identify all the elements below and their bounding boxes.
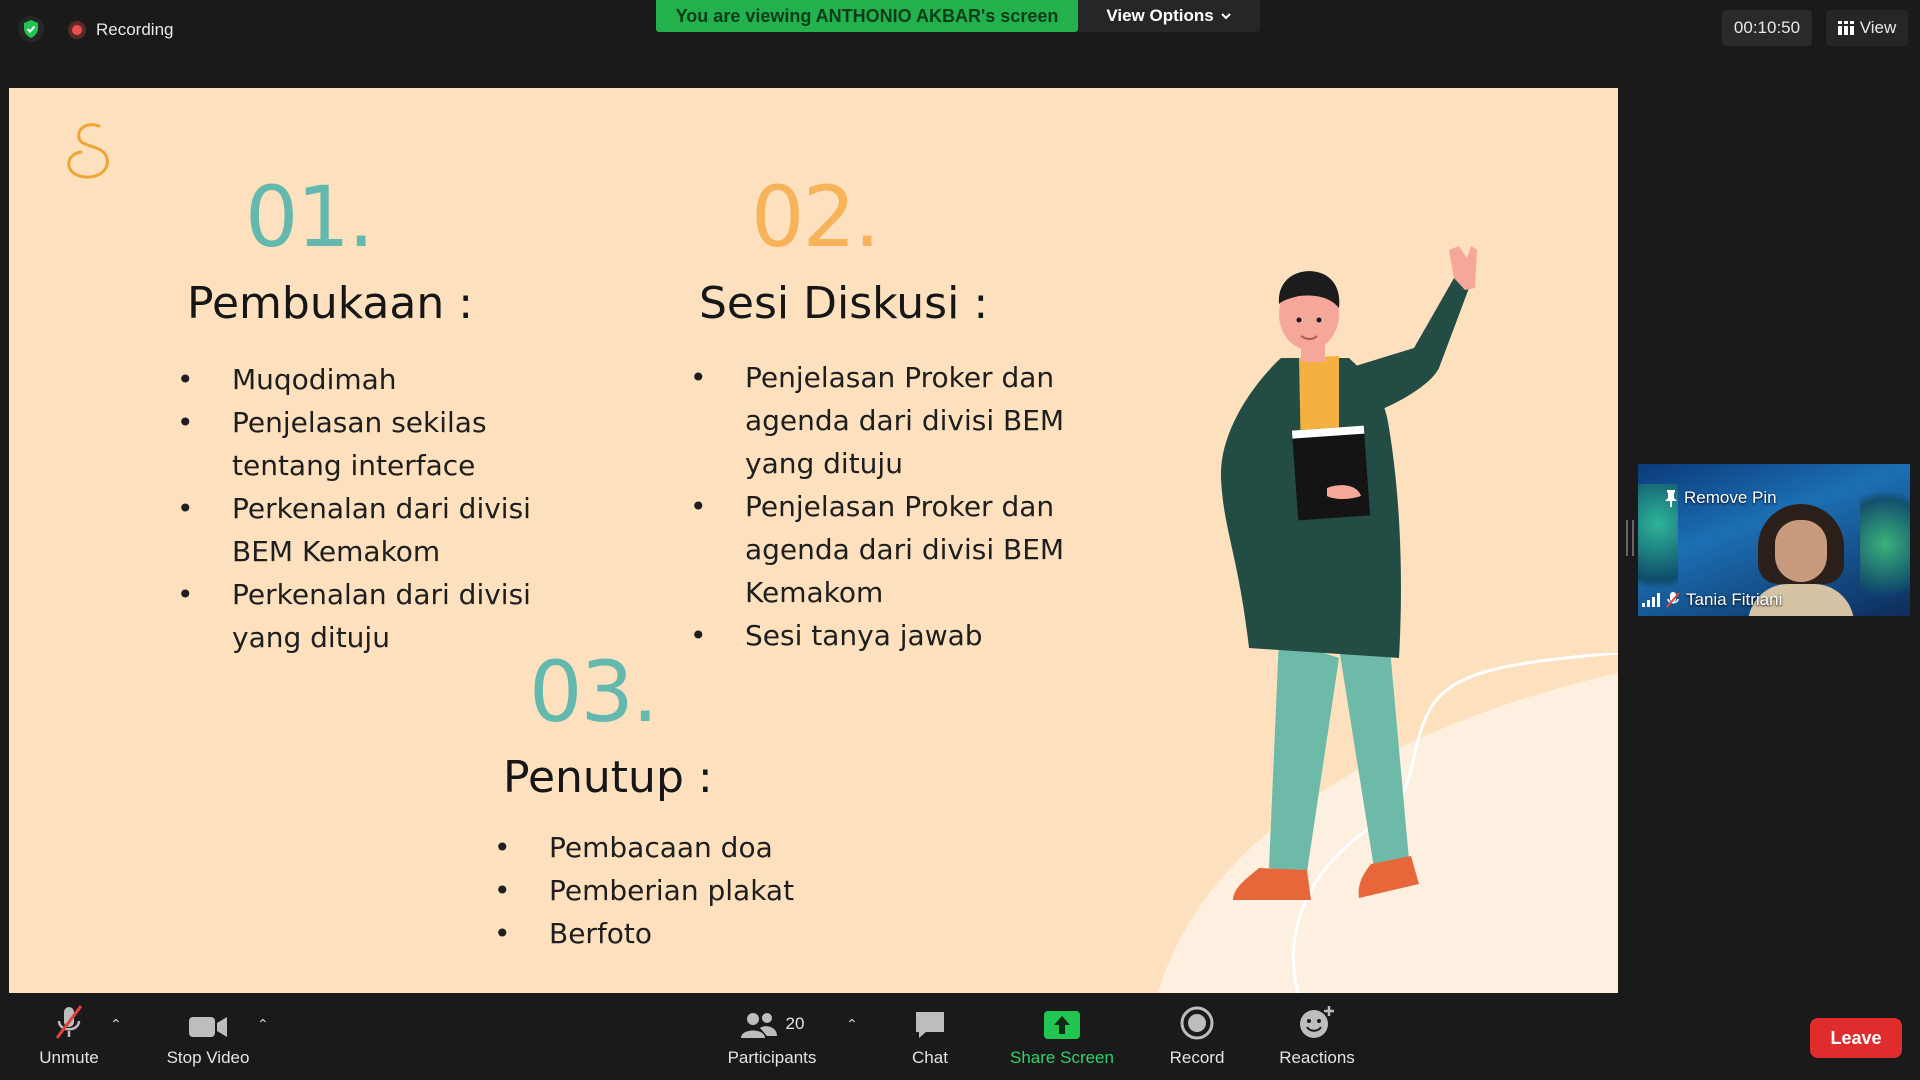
chat-bubble-icon xyxy=(916,1012,944,1038)
section-heading-penutup: Penutup : xyxy=(503,752,713,803)
shared-screen-slide: 01. Pembukaan : Muqodimah Penjelasan sek… xyxy=(9,88,1618,993)
reactions-button[interactable]: Reactions xyxy=(1270,1004,1364,1068)
section-number-02: 02. xyxy=(751,168,881,266)
meeting-topbar: Recording You are viewing ANTHONIO AKBAR… xyxy=(0,0,1920,70)
recording-indicator[interactable]: Recording xyxy=(68,16,174,44)
list-item: Pembacaan doa xyxy=(494,826,874,869)
share-screen-label: Share Screen xyxy=(1010,1048,1114,1067)
recording-label: Recording xyxy=(96,20,174,39)
participant-video-tile[interactable]: Remove Pin Tania Fitriani xyxy=(1638,464,1910,616)
share-screen-icon xyxy=(1044,1011,1080,1039)
presenter-character-illustration xyxy=(1220,246,1477,900)
chat-label: Chat xyxy=(912,1048,948,1067)
participants-button[interactable]: 20 Participants xyxy=(720,1004,824,1068)
video-camera-icon xyxy=(189,1017,227,1037)
participants-count: 20 xyxy=(785,1014,805,1033)
section-list-pembukaan: Muqodimah Penjelasan sekilastentang inte… xyxy=(177,358,597,659)
video-options-caret-icon[interactable]: ⌃ xyxy=(257,1016,269,1033)
stop-video-label: Stop Video xyxy=(166,1048,250,1067)
section-list-sesi-diskusi: Penjelasan Proker danagenda dari divisi … xyxy=(690,356,1130,657)
record-button[interactable]: Record xyxy=(1162,1004,1232,1068)
viewing-screen-banner: You are viewing ANTHONIO AKBAR's screen xyxy=(656,0,1078,32)
list-item: Sesi tanya jawab xyxy=(690,614,1130,657)
list-item: Berfoto xyxy=(494,912,874,955)
record-icon xyxy=(1180,1006,1214,1040)
view-button[interactable]: View xyxy=(1826,10,1908,46)
participants-options-caret-icon[interactable]: ⌃ xyxy=(846,1016,858,1033)
participants-label: Participants xyxy=(727,1048,817,1067)
meeting-toolbar: Unmute ⌃ Stop Video ⌃ 20 Participants ⌃ … xyxy=(0,996,1920,1080)
remove-pin-button[interactable]: Remove Pin xyxy=(1664,488,1777,508)
audio-options-caret-icon[interactable]: ⌃ xyxy=(110,1016,122,1033)
reactions-smiley-icon xyxy=(1300,1006,1334,1038)
section-number-01: 01. xyxy=(245,168,375,266)
security-shield-icon[interactable] xyxy=(18,16,44,42)
muted-mic-icon xyxy=(1666,592,1680,608)
reactions-label: Reactions xyxy=(1279,1048,1355,1067)
section-list-penutup: Pembacaan doa Pemberian plakat Berfoto xyxy=(494,826,874,955)
decorative-swirl-icon xyxy=(67,123,109,179)
signal-strength-icon xyxy=(1642,593,1660,607)
unmute-label: Unmute xyxy=(39,1048,99,1067)
meeting-timer: 00:10:50 xyxy=(1722,10,1812,46)
participant-name: Tania Fitriani xyxy=(1686,590,1783,609)
chat-button[interactable]: Chat xyxy=(900,1004,960,1068)
view-options-label: View Options xyxy=(1106,6,1214,25)
list-item: Pemberian plakat xyxy=(494,869,874,912)
view-options-button[interactable]: View Options xyxy=(1078,0,1260,32)
list-item: Perkenalan dari divisiBEM Kemakom xyxy=(177,487,597,573)
list-item: Penjelasan sekilastentang interface xyxy=(177,401,597,487)
muted-microphone-icon xyxy=(55,1005,83,1039)
panel-resize-handle[interactable] xyxy=(1626,520,1634,556)
record-label: Record xyxy=(1169,1048,1225,1067)
share-screen-button[interactable]: Share Screen xyxy=(1006,1004,1118,1068)
participants-icon xyxy=(740,1013,777,1038)
list-item: Muqodimah xyxy=(177,358,597,401)
pin-icon xyxy=(1665,490,1677,507)
leave-button[interactable]: Leave xyxy=(1810,1018,1902,1058)
list-item: Penjelasan Proker danagenda dari divisi … xyxy=(690,485,1130,614)
background-coral-right xyxy=(1860,474,1910,614)
recording-dot-icon xyxy=(68,21,86,39)
stop-video-button[interactable]: Stop Video xyxy=(158,1004,258,1068)
section-heading-pembukaan: Pembukaan : xyxy=(187,278,474,329)
section-heading-sesi-diskusi: Sesi Diskusi : xyxy=(699,278,989,329)
remove-pin-label: Remove Pin xyxy=(1684,488,1777,507)
unmute-button[interactable]: Unmute xyxy=(32,1004,106,1068)
chevron-down-icon xyxy=(1220,13,1231,20)
participant-name-row: Tania Fitriani xyxy=(1642,590,1782,610)
view-label: View xyxy=(1859,18,1897,37)
section-number-03: 03. xyxy=(529,643,659,741)
grid-view-icon xyxy=(1837,21,1854,35)
list-item: Penjelasan Proker danagenda dari divisi … xyxy=(690,356,1130,485)
